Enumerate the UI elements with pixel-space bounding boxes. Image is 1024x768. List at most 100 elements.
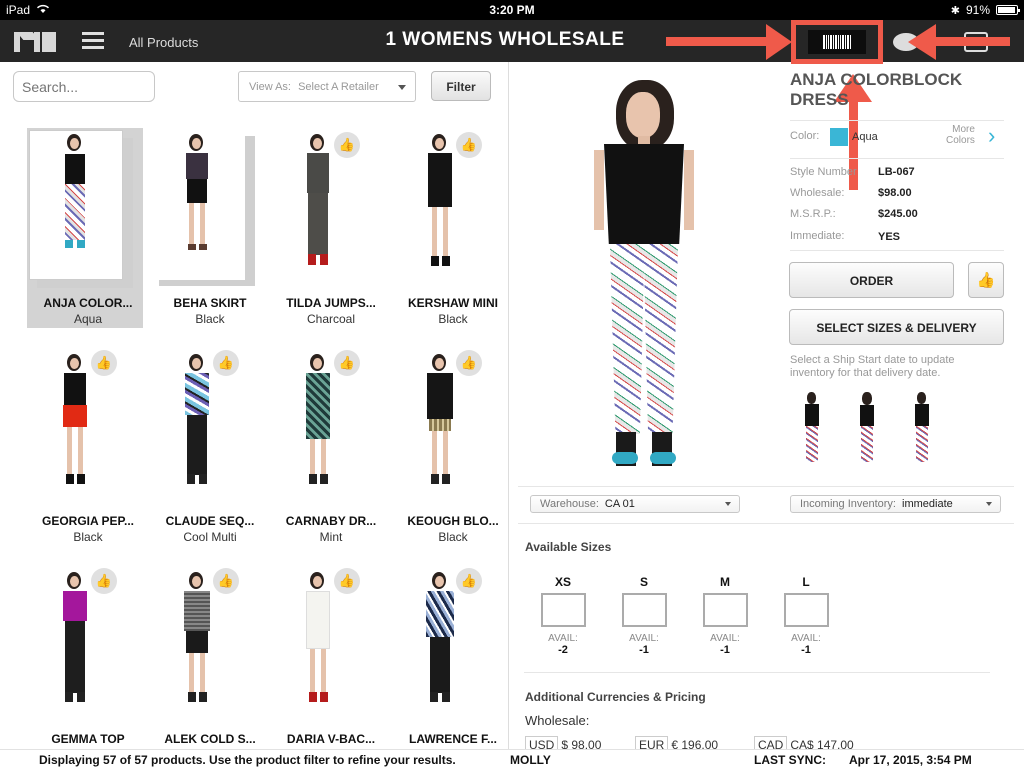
chevron-down-icon bbox=[986, 502, 992, 506]
annotation-arrowhead-right bbox=[908, 24, 936, 60]
search-input[interactable] bbox=[13, 71, 155, 102]
product-card[interactable]: 👍 LAWRENCE F... Floral Multi bbox=[392, 564, 508, 749]
product-image bbox=[55, 354, 95, 494]
product-image bbox=[298, 354, 338, 494]
avail-label: AVAIL: bbox=[710, 633, 740, 644]
currency-code: CAD bbox=[754, 736, 788, 749]
product-color: Black bbox=[73, 530, 103, 544]
product-card[interactable]: 👍 DARIA V-BAC... White bbox=[270, 564, 386, 749]
status-bar: iPad 3:20 PM ✱ 91% bbox=[0, 0, 1024, 20]
product-card[interactable]: ANJA COLOR... Aqua bbox=[27, 128, 143, 328]
avail-count: -2 bbox=[558, 644, 568, 656]
avail-count: -1 bbox=[801, 644, 811, 656]
order-button[interactable]: ORDER bbox=[789, 262, 954, 298]
currency-value: CA$ 147.00 bbox=[790, 738, 854, 749]
product-card[interactable]: 👍 GEMMA TOP Magenta bbox=[27, 564, 143, 749]
product-color: Black bbox=[438, 312, 468, 326]
size-xs[interactable]: XS AVAIL: -2 bbox=[540, 575, 586, 656]
color-value: Aqua bbox=[852, 131, 878, 143]
wholesale-section-label: Wholesale: bbox=[525, 713, 590, 728]
chevron-down-icon bbox=[725, 502, 731, 506]
alt-image-thumb[interactable] bbox=[910, 392, 934, 470]
incoming-inventory-select[interactable]: Incoming Inventory: immediate bbox=[790, 495, 1001, 513]
product-card[interactable]: 👍 GEORGIA PEP... Black bbox=[27, 346, 143, 546]
size-quantity-box[interactable] bbox=[621, 593, 667, 627]
product-color: Mint bbox=[319, 530, 343, 544]
annotation-arrow-right bbox=[936, 37, 1010, 46]
product-card[interactable]: 👍 ALEK COLD S... Black White bbox=[149, 564, 265, 749]
size-label: L bbox=[802, 575, 810, 589]
current-user: MOLLY bbox=[510, 753, 551, 767]
battery-percent: 91% bbox=[965, 3, 990, 17]
product-card[interactable]: 👍 CLAUDE SEQ... Cool Multi bbox=[149, 346, 265, 546]
currency-usd: USD $ 98.00 bbox=[525, 736, 602, 749]
product-card[interactable]: 👍 KERSHAW MINI Black bbox=[392, 128, 508, 328]
currency-eur: EUR € 196.00 bbox=[635, 736, 719, 749]
currency-code: EUR bbox=[635, 736, 669, 749]
last-sync-label: LAST SYNC: bbox=[754, 753, 826, 767]
chevron-right-icon[interactable]: › bbox=[988, 125, 995, 147]
avail-label: AVAIL: bbox=[548, 633, 578, 644]
warehouse-value: CA 01 bbox=[604, 498, 635, 510]
currency-value: € 196.00 bbox=[671, 738, 719, 749]
product-image bbox=[177, 134, 217, 258]
product-color: Charcoal bbox=[306, 312, 356, 326]
currency-value: $ 98.00 bbox=[561, 738, 602, 749]
size-l[interactable]: L AVAIL: -1 bbox=[783, 575, 829, 656]
product-card[interactable]: BEHA SKIRT Black bbox=[149, 128, 265, 328]
product-image bbox=[177, 572, 217, 712]
style-number-value: LB-067 bbox=[878, 166, 915, 178]
product-name: ANJA COLOR... bbox=[43, 296, 133, 310]
annotation-highlight-box bbox=[791, 20, 883, 64]
product-card[interactable]: 👍 TILDA JUMPS... Charcoal bbox=[270, 128, 386, 328]
product-card[interactable]: 👍 KEOUGH BLO... Black bbox=[392, 346, 508, 546]
avail-count: -1 bbox=[639, 644, 649, 656]
bluetooth-icon: ✱ bbox=[950, 4, 960, 17]
currency-cad: CAD CA$ 147.00 bbox=[754, 736, 854, 749]
product-image bbox=[420, 572, 460, 712]
size-quantity-box[interactable] bbox=[702, 593, 748, 627]
status-time: 3:20 PM bbox=[489, 3, 535, 17]
product-detail-pane: ANJA COLORBLOCK DRESS Color: Aqua More C… bbox=[510, 62, 1024, 749]
size-s[interactable]: S AVAIL: -1 bbox=[621, 575, 667, 656]
wholesale-value: $98.00 bbox=[878, 187, 912, 199]
product-image bbox=[55, 572, 95, 712]
product-list-pane: View As: Select A Retailer Filter ANJA C… bbox=[0, 62, 509, 749]
annotation-arrow-left bbox=[666, 37, 768, 46]
product-name: LAWRENCE F... bbox=[408, 732, 497, 746]
product-name: ALEK COLD S... bbox=[164, 732, 256, 746]
view-as-value: Select A Retailer bbox=[298, 81, 379, 93]
warehouse-select[interactable]: Warehouse: CA 01 bbox=[530, 495, 740, 513]
battery-icon bbox=[996, 5, 1020, 15]
like-button[interactable]: 👍 bbox=[968, 262, 1004, 298]
product-image bbox=[298, 134, 338, 274]
app-root: iPad 3:20 PM ✱ 91% All Products 1 WOMENS… bbox=[0, 0, 1024, 768]
select-sizes-delivery-button[interactable]: SELECT SIZES & DELIVERY bbox=[789, 309, 1004, 345]
product-card[interactable]: 👍 CARNABY DR... Mint bbox=[270, 346, 386, 546]
alt-image-thumb[interactable] bbox=[800, 392, 824, 470]
annotation-arrowhead-left bbox=[766, 24, 792, 60]
color-swatch[interactable] bbox=[830, 128, 848, 146]
view-as-select[interactable]: View As: Select A Retailer bbox=[238, 71, 416, 102]
size-label: S bbox=[639, 575, 648, 589]
product-name: KEOUGH BLO... bbox=[407, 514, 499, 528]
product-image bbox=[177, 354, 217, 494]
avail-count: -1 bbox=[720, 644, 730, 656]
product-image bbox=[298, 572, 338, 712]
product-hero-image[interactable] bbox=[594, 80, 694, 480]
currencies-title: Additional Currencies & Pricing bbox=[525, 690, 706, 704]
filter-button[interactable]: Filter bbox=[431, 71, 491, 101]
immediate-value: YES bbox=[878, 231, 901, 243]
size-quantity-box[interactable] bbox=[540, 593, 586, 627]
product-name: GEMMA TOP bbox=[51, 732, 125, 746]
avail-label: AVAIL: bbox=[791, 633, 821, 644]
status-footer: Displaying 57 of 57 products. Use the pr… bbox=[0, 749, 1024, 768]
available-sizes-title: Available Sizes bbox=[525, 540, 612, 554]
alt-image-thumb[interactable] bbox=[855, 392, 879, 470]
more-colors-link[interactable]: More Colors bbox=[946, 124, 975, 146]
product-image bbox=[420, 354, 460, 494]
product-image bbox=[420, 134, 460, 274]
size-quantity-box[interactable] bbox=[783, 593, 829, 627]
size-label: XS bbox=[554, 575, 571, 589]
size-m[interactable]: M AVAIL: -1 bbox=[702, 575, 748, 656]
